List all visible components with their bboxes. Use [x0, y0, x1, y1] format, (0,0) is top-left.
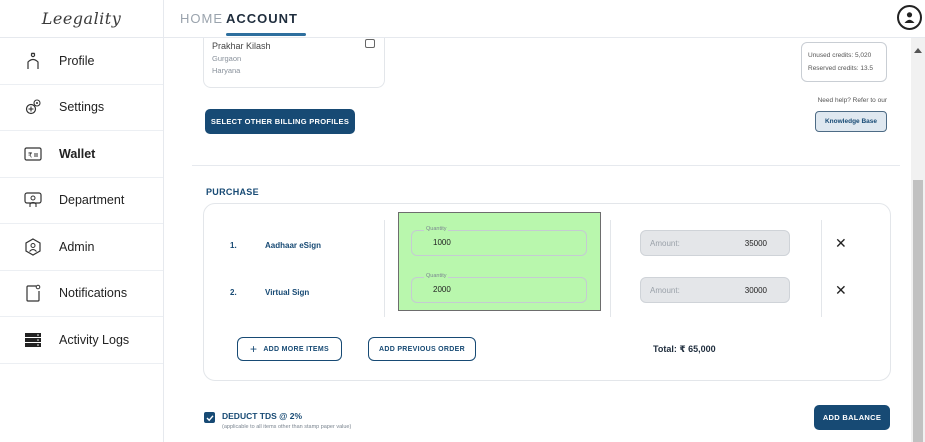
scroll-thumb[interactable] [913, 180, 923, 442]
row-number: 2. [230, 288, 237, 297]
sidebar-item-label: Activity Logs [59, 332, 130, 347]
unused-credits: Unused credits: 5,020 [808, 52, 872, 59]
top-bar: HOME ACCOUNT [164, 0, 925, 38]
tds-note: (applicable to all items other than stam… [222, 424, 352, 430]
add-more-items-button[interactable]: + ADD MORE ITEMS [237, 337, 342, 361]
logo[interactable]: Leegality [0, 0, 163, 38]
tds-label[interactable]: DEDUCT TDS @ 2% [222, 411, 302, 421]
quantity-label: Quantity [424, 273, 449, 279]
billing-address-card[interactable]: Prakhar Kilash Gurgaon Haryana [203, 38, 385, 88]
amount-field: Amount: 35000 [640, 230, 790, 256]
amount-value: 35000 [744, 239, 767, 248]
sidebar-item-label: Profile [59, 53, 95, 68]
department-icon [24, 191, 42, 209]
activity-log-icon [24, 331, 42, 349]
amount-field: Amount: 30000 [640, 277, 790, 303]
sidebar-item-department[interactable]: Department [0, 178, 163, 224]
main-content: Prakhar Kilash Gurgaon Haryana SELECT OT… [164, 38, 911, 442]
row-number: 1. [230, 241, 237, 250]
column-divider [384, 220, 385, 317]
quantity-label: Quantity [424, 226, 449, 232]
scroll-up-arrow-icon[interactable] [914, 48, 922, 53]
add-balance-button[interactable]: ADD BALANCE [814, 405, 890, 430]
tab-home[interactable]: HOME [180, 11, 223, 26]
sidebar-item-wallet[interactable]: ₹ Wallet [0, 131, 163, 178]
scrollbar[interactable] [911, 38, 925, 442]
sidebar-item-label: Wallet [59, 146, 96, 161]
tds-checkbox[interactable] [204, 412, 215, 423]
reserved-credits: Reserved credits: 13.5 [808, 65, 874, 72]
help-text: Need help? Refer to our [817, 97, 887, 104]
quantity-input[interactable]: Quantity 2000 [411, 273, 587, 303]
column-divider [610, 220, 611, 317]
add-more-items-label: ADD MORE ITEMS [263, 345, 329, 353]
sidebar-item-label: Settings [59, 100, 105, 115]
sidebar-item-admin[interactable]: Admin [0, 224, 163, 271]
sidebar-item-label: Notifications [59, 286, 128, 301]
billing-state: Haryana [212, 66, 241, 75]
section-divider [192, 165, 900, 166]
add-previous-order-button[interactable]: ADD PREVIOUS ORDER [368, 337, 476, 361]
plus-icon: + [250, 342, 258, 356]
wallet-icon: ₹ [24, 145, 42, 163]
purchase-heading: PURCHASE [206, 187, 259, 197]
admin-icon [24, 238, 42, 256]
quantity-value: 1000 [433, 238, 451, 247]
person-icon [24, 52, 42, 70]
amount-label: Amount: [650, 286, 680, 295]
gear-icon [24, 98, 42, 116]
item-name: Virtual Sign [265, 288, 310, 297]
billing-select-checkbox[interactable] [365, 39, 375, 48]
quantity-value: 2000 [433, 285, 451, 294]
notification-icon [24, 284, 42, 302]
billing-name: Prakhar Kilash [212, 41, 271, 51]
active-tab-indicator [226, 33, 306, 36]
sidebar-item-notifications[interactable]: Notifications [0, 271, 163, 317]
tab-account[interactable]: ACCOUNT [226, 11, 298, 26]
sidebar-item-profile[interactable]: Profile [0, 38, 163, 85]
sidebar-item-activity-logs[interactable]: Activity Logs [0, 317, 163, 364]
amount-label: Amount: [650, 239, 680, 248]
amount-value: 30000 [744, 286, 767, 295]
remove-item-icon[interactable]: ✕ [835, 236, 847, 250]
user-avatar-icon[interactable] [897, 5, 922, 30]
sidebar-item-settings[interactable]: Settings [0, 85, 163, 131]
credits-box: Unused credits: 5,020 Reserved credits: … [801, 42, 887, 82]
select-billing-profiles-button[interactable]: SELECT OTHER BILLING PROFILES [205, 109, 355, 134]
item-name: Aadhaar eSign [265, 241, 322, 250]
remove-item-icon[interactable]: ✕ [835, 283, 847, 297]
knowledge-base-button[interactable]: Knowledge Base [815, 111, 887, 132]
svg-text:₹: ₹ [28, 151, 33, 159]
logo-text: Leegality [41, 9, 122, 28]
quantity-input[interactable]: Quantity 1000 [411, 226, 587, 256]
sidebar-item-label: Department [59, 193, 125, 208]
billing-city: Gurgaon [212, 54, 242, 63]
sidebar-item-label: Admin [59, 239, 95, 254]
column-divider [821, 220, 822, 317]
total-amount: Total: ₹ 65,000 [653, 344, 716, 354]
sidebar: Leegality Profile Settings ₹ Wallet Depa… [0, 0, 164, 442]
